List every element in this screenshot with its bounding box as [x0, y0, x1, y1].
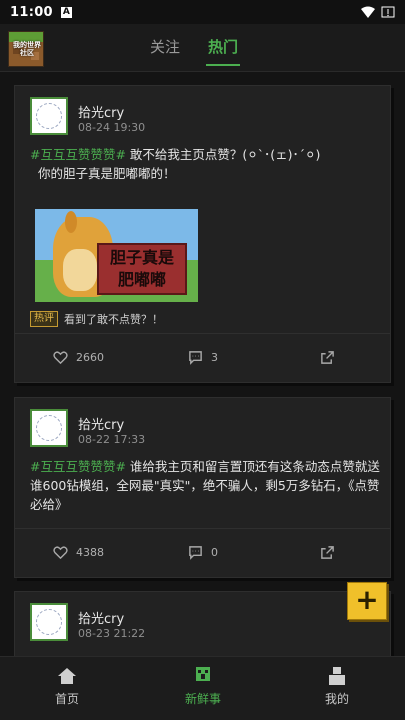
status-time: 11:00 [10, 4, 53, 20]
heart-icon [53, 350, 68, 364]
post-card[interactable]: 拾光cry 08-24 19:30 #互互互赞赞赞# 敢不给我主页点赞？(⚪︎`… [14, 85, 391, 383]
nav-home-label: 首页 [54, 692, 79, 706]
share-button[interactable] [320, 350, 335, 365]
post-actions: 2660 3 [15, 337, 390, 377]
post-feed[interactable]: 拾光cry 08-24 19:30 #互互互赞赞赞# 敢不给我主页点赞？(⚪︎`… [0, 73, 405, 656]
comment-icon [189, 545, 202, 560]
avatar[interactable] [30, 97, 68, 135]
like-count: 2660 [76, 350, 104, 364]
home-icon [58, 668, 76, 684]
post-time: 08-24 19:30 [78, 121, 146, 134]
like-button[interactable]: 2660 [53, 350, 104, 365]
kangaroo-ear [65, 211, 77, 233]
post-content[interactable]: #互互互赞赞赞# 敢不给我主页点赞？(⚪︎`･(ェ)･´⚪︎) 你的胆子真是肥嘟… [30, 145, 380, 183]
like-count: 4388 [76, 545, 104, 559]
comment-button[interactable]: 3 [188, 350, 218, 365]
share-icon [321, 545, 334, 559]
kangaroo-belly [63, 249, 97, 291]
comment-count: 3 [211, 350, 218, 364]
tab-following[interactable]: 关注 [150, 24, 180, 72]
nav-news-label: 新鲜事 [184, 692, 221, 706]
post-time: 08-22 17:33 [78, 433, 146, 446]
post-card[interactable]: 拾光cry 08-23 21:22 [14, 591, 391, 656]
feed-tabs: 关注 热门 [150, 24, 241, 72]
hot-badge: 热评 [30, 311, 58, 327]
share-button[interactable] [320, 545, 335, 560]
top-nav: 我的世界社区 关注 热门 [0, 24, 405, 72]
post-image[interactable]: 胆子真是 肥嘟嘟 [35, 209, 198, 302]
post-text: 敢不给我主页点赞？(⚪︎`･(ェ)･´⚪︎) [125, 147, 321, 162]
hot-comment[interactable]: 热评 看到了敢不点赞？！ [30, 311, 163, 327]
image-sign-line2: 肥嘟嘟 [117, 270, 166, 289]
nav-profile-label: 我的 [324, 692, 349, 706]
author-name[interactable]: 拾光cry [78, 102, 124, 121]
add-post-button[interactable]: + [347, 582, 387, 620]
share-icon [321, 350, 334, 364]
post-card[interactable]: 拾光cry 08-22 17:33 #互互互赞赞赞# 谁给我主页和留言置顶还有这… [14, 397, 391, 578]
like-button[interactable]: 4388 [53, 545, 104, 560]
post-actions: 4388 0 [15, 532, 390, 572]
post-time: 08-23 21:22 [78, 627, 146, 640]
hashtag-link[interactable]: #互互互赞赞赞# [30, 147, 126, 162]
battery-icon [381, 6, 395, 18]
app-logo[interactable]: 我的世界社区 [8, 31, 44, 67]
image-sign-line1: 胆子真是 [109, 248, 174, 267]
nav-news[interactable]: 新鲜事 [163, 667, 243, 707]
image-sign: 胆子真是 肥嘟嘟 [97, 243, 187, 295]
post-content[interactable]: #互互互赞赞赞# 谁给我主页和留言置顶还有这条动态点赞就送谁600钻模组，全网最… [30, 457, 380, 514]
comment-button[interactable]: 0 [188, 545, 218, 560]
status-bar: 11:00 A [0, 0, 405, 24]
divider [15, 528, 390, 529]
author-name[interactable]: 拾光cry [78, 414, 124, 433]
nav-profile[interactable]: 我的 [297, 667, 377, 707]
heart-icon [53, 545, 68, 559]
avatar[interactable] [30, 603, 68, 641]
comment-count: 0 [211, 545, 218, 559]
status-icons [361, 6, 395, 18]
profile-icon [329, 667, 345, 685]
hashtag-link[interactable]: #互互互赞赞赞# [30, 459, 126, 474]
avatar[interactable] [30, 409, 68, 447]
hot-comment-text: 看到了敢不点赞？！ [64, 313, 163, 326]
post-text-line2: 你的胆子真是肥嘟嘟的！ [38, 166, 176, 181]
notification-badge: A [60, 6, 72, 18]
author-name[interactable]: 拾光cry [78, 608, 124, 627]
logo-text: 我的世界社区 [13, 41, 41, 57]
nav-home[interactable]: 首页 [27, 667, 107, 707]
comment-icon [189, 350, 202, 365]
creeper-icon [196, 667, 210, 681]
wifi-icon [361, 6, 375, 18]
divider [15, 333, 390, 334]
tab-hot[interactable]: 热门 [206, 24, 241, 72]
bottom-nav: 首页 新鲜事 我的 [0, 656, 405, 720]
